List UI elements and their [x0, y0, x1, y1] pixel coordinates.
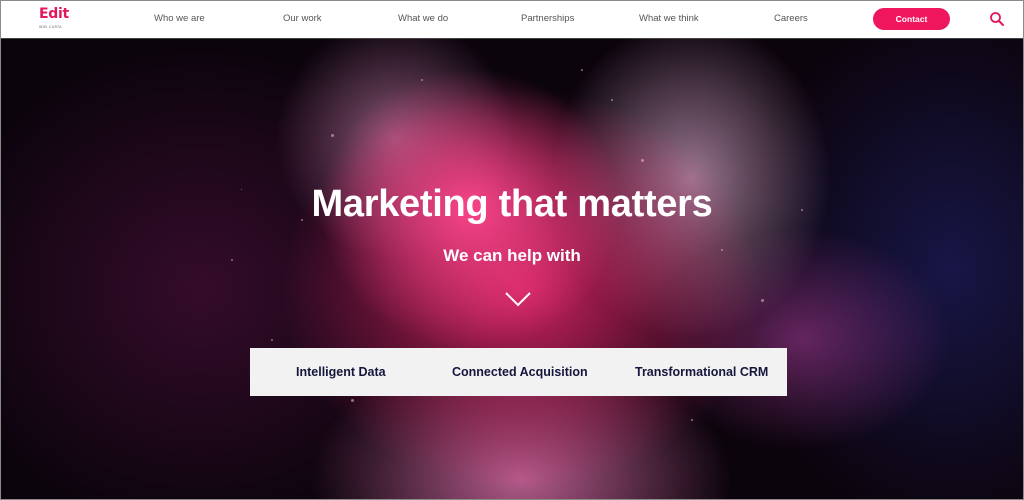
contact-button[interactable]: Contact: [873, 8, 950, 30]
chevron-down-icon[interactable]: [504, 291, 532, 307]
nav-item-our-work[interactable]: Our work: [283, 13, 322, 24]
service-intelligent-data[interactable]: Intelligent Data: [296, 348, 386, 396]
nav-item-careers[interactable]: Careers: [774, 13, 808, 24]
nav-item-what-we-think[interactable]: What we think: [639, 13, 699, 24]
logo-subtext: WIN CARTA: [39, 25, 63, 29]
service-connected-acquisition[interactable]: Connected Acquisition: [452, 348, 588, 396]
service-transformational-crm[interactable]: Transformational CRM: [635, 348, 768, 396]
hero-title: Marketing that matters: [311, 183, 713, 225]
nav-item-what-we-do[interactable]: What we do: [398, 13, 448, 24]
page-frame: Edit WIN CARTA Who we are Our work What …: [0, 0, 1024, 500]
nav-item-partnerships[interactable]: Partnerships: [521, 13, 574, 24]
hero-section: Marketing that matters We can help with …: [1, 39, 1023, 499]
edit-logo[interactable]: Edit WIN CARTA: [39, 6, 69, 29]
services-bar: Intelligent Data Connected Acquisition T…: [250, 348, 787, 396]
hero-subtitle: We can help with: [443, 246, 581, 265]
logo-wordmark: Edit: [39, 6, 69, 22]
nav-item-who-we-are[interactable]: Who we are: [154, 13, 205, 24]
top-navigation: Edit WIN CARTA Who we are Our work What …: [1, 1, 1023, 39]
search-icon[interactable]: [989, 11, 1005, 27]
